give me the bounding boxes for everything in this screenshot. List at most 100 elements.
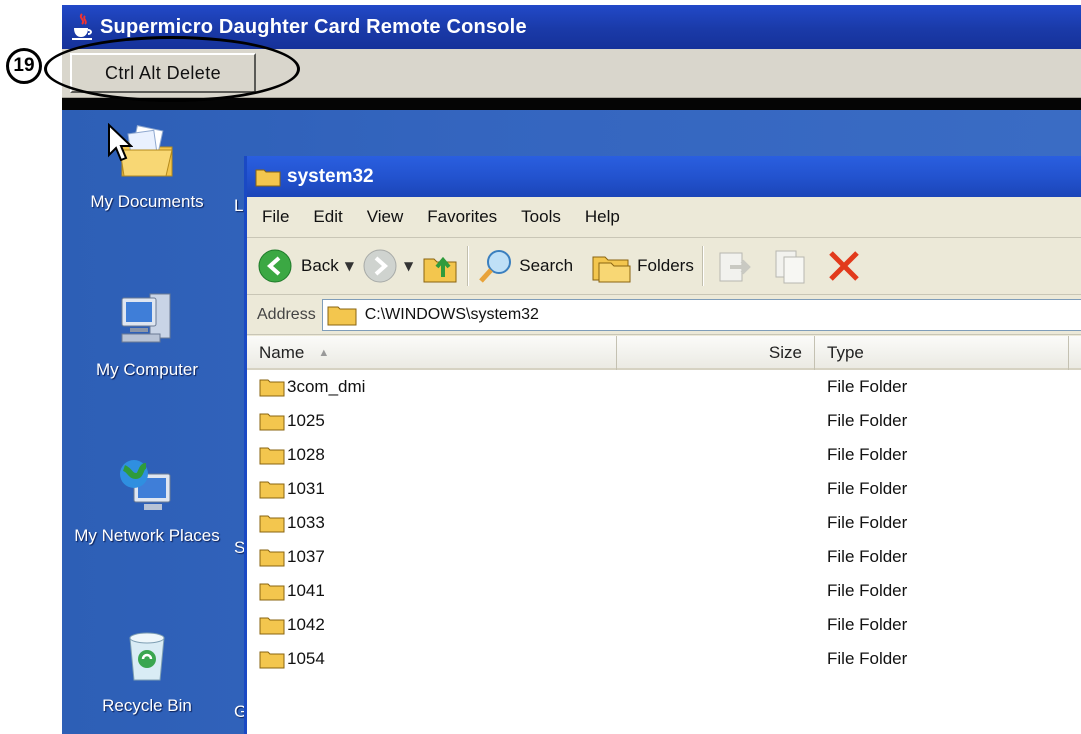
folder-icon [259, 549, 285, 567]
file-name-cell: 1028 [247, 445, 617, 465]
forward-dropdown-icon[interactable]: ▼ [404, 259, 413, 273]
up-folder-button[interactable] [421, 247, 459, 285]
file-name: 1031 [287, 479, 325, 498]
column-header-more[interactable] [1069, 336, 1081, 370]
delete-button[interactable] [826, 248, 862, 284]
desktop-partial-label: L [234, 196, 244, 215]
mouse-cursor-icon [108, 123, 133, 162]
column-type-label: Type [827, 343, 864, 362]
file-list[interactable]: Name ▲ Size Type 3com_dmi File Folder 1025… [247, 336, 1081, 734]
my-computer-icon [121, 293, 171, 343]
console-divider [62, 98, 1081, 110]
file-name: 3com_dmi [287, 377, 366, 396]
folder-icon [259, 515, 285, 533]
file-name: 1041 [287, 581, 325, 600]
callout-number: 19 [6, 48, 42, 84]
column-size-label: Size [768, 343, 802, 362]
folder-icon [259, 413, 285, 431]
file-name: 1037 [287, 547, 325, 566]
file-name-cell: 1042 [247, 615, 617, 635]
file-type-cell: File Folder [827, 411, 908, 430]
file-name-cell: 1025 [247, 411, 617, 431]
table-row[interactable]: 1025 File Folder [247, 404, 1081, 438]
back-button[interactable]: Back [257, 248, 339, 284]
file-name: 1042 [287, 615, 325, 634]
folder-icon [259, 617, 285, 635]
file-type-cell: File Folder [827, 581, 908, 600]
recycle-bin-icon [129, 632, 165, 681]
column-name-label: Name [259, 343, 305, 362]
column-header-name[interactable]: Name ▲ [247, 336, 617, 370]
table-row[interactable]: 1041 File Folder [247, 574, 1081, 608]
console-titlebar[interactable]: Supermicro Daughter Card Remote Console [62, 5, 1081, 49]
menu-view[interactable]: View [355, 207, 416, 227]
file-name-cell: 1041 [247, 581, 617, 601]
desktop-icon-my-documents[interactable]: My Documents [62, 120, 232, 214]
column-header-row: Name ▲ Size Type [247, 336, 1081, 370]
folder-icon [259, 651, 285, 669]
file-name-cell: 3com_dmi [247, 377, 617, 397]
file-name-cell: 1054 [247, 649, 617, 669]
explorer-titlebar[interactable]: system32 [247, 156, 1081, 197]
menu-tools[interactable]: Tools [509, 207, 573, 227]
standard-toolbar: Back ▼ ▼ Search Folders [247, 238, 1081, 295]
menu-favorites[interactable]: Favorites [415, 207, 509, 227]
column-header-size[interactable]: Size [617, 336, 815, 370]
file-name: 1054 [287, 649, 325, 668]
file-name: 1028 [287, 445, 325, 464]
folder-icon [255, 169, 281, 186]
desktop-icon-label: Recycle Bin [102, 696, 192, 715]
column-header-type[interactable]: Type [815, 336, 1069, 370]
back-dropdown-icon[interactable]: ▼ [345, 259, 354, 273]
forward-button[interactable] [362, 248, 398, 284]
file-type-cell: File Folder [827, 445, 908, 464]
folder-icon [259, 379, 285, 397]
menu-help[interactable]: Help [573, 207, 632, 227]
folders-icon [592, 256, 631, 283]
table-row[interactable]: 1028 File Folder [247, 438, 1081, 472]
desktop-icon-recycle-bin[interactable]: Recycle Bin [62, 624, 232, 718]
back-arrow-icon [258, 249, 292, 283]
move-to-button[interactable] [712, 247, 756, 285]
move-to-icon [719, 252, 751, 282]
file-type-cell: File Folder [827, 649, 908, 668]
folder-icon [259, 447, 285, 465]
table-row[interactable]: 3com_dmi File Folder [247, 370, 1081, 404]
table-row[interactable]: 1037 File Folder [247, 540, 1081, 574]
file-rows: 3com_dmi File Folder 1025 File Folder 1028 Fi… [247, 370, 1081, 676]
file-name-cell: 1031 [247, 479, 617, 499]
table-row[interactable]: 1042 File Folder [247, 608, 1081, 642]
file-name: 1033 [287, 513, 325, 532]
delete-x-icon [829, 251, 859, 281]
copy-to-button[interactable] [770, 247, 814, 285]
menubar: File Edit View Favorites Tools Help [247, 197, 1081, 238]
file-type-cell: File Folder [827, 377, 908, 396]
folder-icon [259, 481, 285, 499]
explorer-title: system32 [287, 165, 374, 187]
search-button[interactable]: Search [477, 247, 573, 285]
menu-file[interactable]: File [247, 207, 301, 227]
menu-edit[interactable]: Edit [301, 207, 354, 227]
address-bar: Address C:\WINDOWS\system32 [247, 295, 1081, 335]
toolbar-separator [701, 246, 704, 286]
search-icon [479, 250, 512, 283]
file-name-cell: 1033 [247, 513, 617, 533]
console-toolbar: Ctrl Alt Delete [62, 49, 1081, 98]
ctrl-alt-delete-button[interactable]: Ctrl Alt Delete [70, 53, 256, 93]
file-type-cell: File Folder [827, 513, 908, 532]
remote-desktop[interactable]: My Documents My Computer My Network Plac… [62, 110, 1081, 734]
folders-button[interactable]: Folders [591, 247, 694, 285]
table-row[interactable]: 1033 File Folder [247, 506, 1081, 540]
up-folder-icon [423, 256, 457, 283]
folders-label: Folders [637, 256, 694, 275]
file-type-cell: File Folder [827, 547, 908, 566]
forward-arrow-icon [363, 249, 397, 283]
address-input[interactable]: C:\WINDOWS\system32 [321, 298, 1081, 331]
file-name: 1025 [287, 411, 325, 430]
desktop-icon-my-network-places[interactable]: My Network Places [62, 454, 232, 548]
address-value: C:\WINDOWS\system32 [364, 305, 539, 323]
table-row[interactable]: 1054 File Folder [247, 642, 1081, 676]
file-type-cell: File Folder [827, 615, 908, 634]
table-row[interactable]: 1031 File Folder [247, 472, 1081, 506]
desktop-icon-my-computer[interactable]: My Computer [62, 288, 232, 382]
